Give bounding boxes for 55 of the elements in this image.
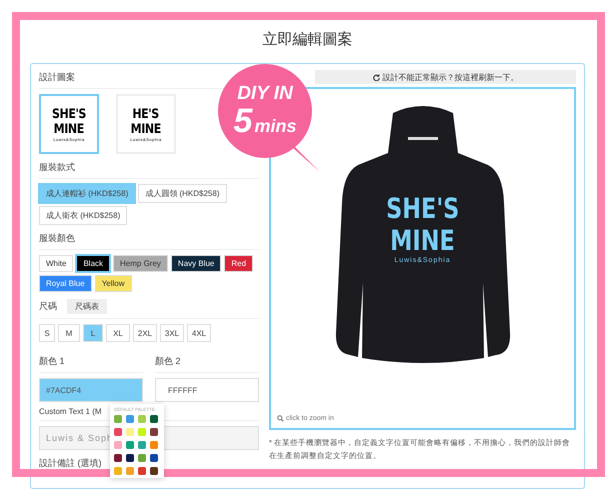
size-option[interactable]: 3XL <box>160 324 184 342</box>
zoom-icon <box>277 415 284 422</box>
style-option[interactable]: 成人衛衣 (HKD$258) <box>39 206 128 225</box>
section-label: 服裝款式 <box>39 161 75 174</box>
color-swatch[interactable] <box>114 467 122 475</box>
color-option[interactable]: Yellow <box>94 275 132 292</box>
color-option[interactable]: Red <box>224 255 254 272</box>
refresh-icon <box>372 74 380 80</box>
style-option[interactable]: 成人圓領 (HKD$258) <box>138 184 226 203</box>
color-swatch[interactable] <box>114 415 122 423</box>
color-option[interactable]: Hemp Grey <box>113 255 168 272</box>
page-title: 立即編輯圖案 <box>262 30 354 49</box>
color-swatch[interactable] <box>138 454 146 462</box>
print-text: SHE'S <box>386 193 460 225</box>
size-option[interactable]: XL <box>106 324 130 342</box>
color-swatch[interactable] <box>150 428 158 436</box>
color-swatch[interactable] <box>138 415 146 423</box>
refresh-notice[interactable]: 設計不能正常顯示？按這裡刷新一下。 <box>315 70 576 84</box>
color-swatch[interactable] <box>126 441 134 449</box>
section-label: 尺碼 <box>39 300 57 313</box>
field-label: 顏色 1 <box>39 355 65 368</box>
color-swatch[interactable] <box>114 428 122 436</box>
color-swatch[interactable] <box>150 441 158 449</box>
size-option[interactable]: L <box>83 324 103 342</box>
color-swatch[interactable] <box>150 454 158 462</box>
style-option[interactable]: 成人連帽衫 (HKD$258) <box>39 184 136 203</box>
color-option[interactable]: Navy Blue <box>170 255 222 272</box>
color-swatch[interactable] <box>126 467 134 475</box>
size-chart-button[interactable]: 尺碼表 <box>67 299 107 314</box>
field-label: 設計備註 (選填) <box>39 457 102 470</box>
color-swatch[interactable] <box>150 467 158 475</box>
color-swatch[interactable] <box>138 467 146 475</box>
color-option[interactable]: Black <box>76 255 110 272</box>
field-label: Custom Text 1 (M <box>39 407 102 416</box>
color-swatch[interactable] <box>114 441 122 449</box>
print-text: MINE <box>390 225 455 257</box>
field-label: 顏色 2 <box>155 355 181 368</box>
color-swatch[interactable] <box>138 441 146 449</box>
color-swatch[interactable] <box>126 454 134 462</box>
color-swatch[interactable] <box>126 428 134 436</box>
size-option[interactable]: 4XL <box>187 324 211 342</box>
color-swatch[interactable] <box>114 454 122 462</box>
color-option[interactable]: Royal Blue <box>39 275 92 292</box>
color-input-field[interactable]: FFFFFF <box>155 378 259 402</box>
size-option[interactable]: 2XL <box>133 324 157 342</box>
promo-badge: DIY IN 5mins <box>218 64 312 158</box>
color-swatch[interactable] <box>138 428 146 436</box>
size-option[interactable]: S <box>39 324 55 342</box>
color-option[interactable]: White <box>39 255 74 272</box>
color-input-field[interactable]: #7ACDF4 <box>39 378 143 402</box>
color-swatch[interactable] <box>126 415 134 423</box>
color-swatch[interactable] <box>150 415 158 423</box>
section-label: 設計圖案 <box>39 71 75 84</box>
section-label: 服裝顏色 <box>39 232 75 245</box>
size-option[interactable]: M <box>58 324 80 342</box>
